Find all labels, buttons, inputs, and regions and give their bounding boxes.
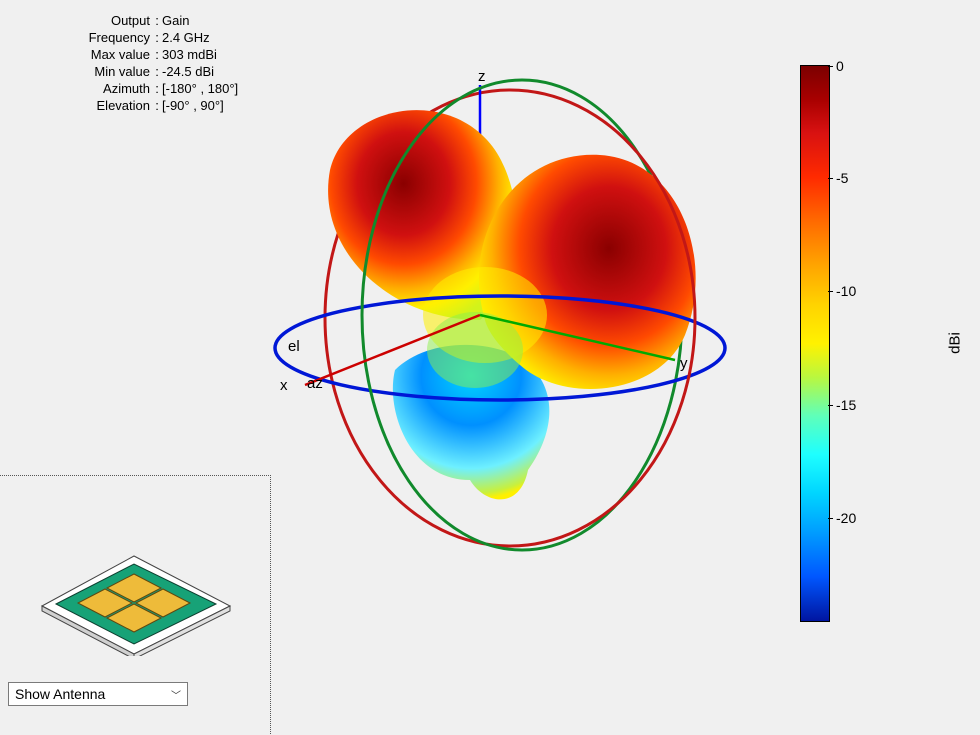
info-separator: : [152, 63, 162, 80]
radiation-pattern-svg [260, 60, 780, 580]
info-row: Min value : -24.5 dBi [10, 63, 260, 80]
colorbar-tick: -20 [836, 510, 856, 526]
info-value: Gain [162, 12, 260, 29]
info-value: 2.4 GHz [162, 29, 260, 46]
show-antenna-dropdown[interactable]: Show Antenna ﹀ [8, 682, 188, 706]
colorbar-tick: -15 [836, 397, 856, 413]
info-label: Frequency [10, 29, 152, 46]
axis-label-y: y [680, 355, 688, 372]
info-value: [-90° , 90°] [162, 97, 260, 114]
colorbar-tick: -5 [836, 170, 848, 186]
axis-label-z: z [478, 68, 486, 85]
info-separator: : [152, 29, 162, 46]
info-separator: : [152, 97, 162, 114]
info-row: Frequency : 2.4 GHz [10, 29, 260, 46]
info-label: Azimuth [10, 80, 152, 97]
parameter-info-block: Output : Gain Frequency : 2.4 GHz Max va… [10, 12, 260, 114]
antenna-inset-panel: Show Antenna ﹀ [0, 475, 271, 735]
radiation-pattern-3d-plot[interactable]: z x y az el [260, 60, 780, 580]
colorbar-gradient [800, 65, 830, 622]
info-row: Elevation : [-90° , 90°] [10, 97, 260, 114]
axis-label-az: az [307, 375, 323, 392]
chevron-down-icon: ﹀ [171, 687, 181, 702]
info-value: 303 mdBi [162, 46, 260, 63]
info-separator: : [152, 46, 162, 63]
dropdown-selected-label: Show Antenna [15, 686, 105, 702]
info-value: [-180° , 180°] [162, 80, 260, 97]
info-separator: : [152, 12, 162, 29]
antenna-geometry-preview[interactable] [30, 516, 240, 656]
info-label: Max value [10, 46, 152, 63]
info-separator: : [152, 80, 162, 97]
axis-label-el: el [288, 338, 300, 355]
info-value: -24.5 dBi [162, 63, 260, 80]
colorbar-unit-label: dBi [947, 332, 964, 354]
colorbar-tick: 0 [836, 58, 844, 74]
colorbar: 0 -5 -10 -15 -20 dBi [800, 65, 920, 620]
info-label: Min value [10, 63, 152, 80]
info-label: Elevation [10, 97, 152, 114]
antenna-preview-svg [30, 516, 240, 656]
info-row: Max value : 303 mdBi [10, 46, 260, 63]
info-row: Azimuth : [-180° , 180°] [10, 80, 260, 97]
info-row: Output : Gain [10, 12, 260, 29]
axis-label-x: x [280, 377, 288, 394]
colorbar-tick: -10 [836, 283, 856, 299]
info-label: Output [10, 12, 152, 29]
